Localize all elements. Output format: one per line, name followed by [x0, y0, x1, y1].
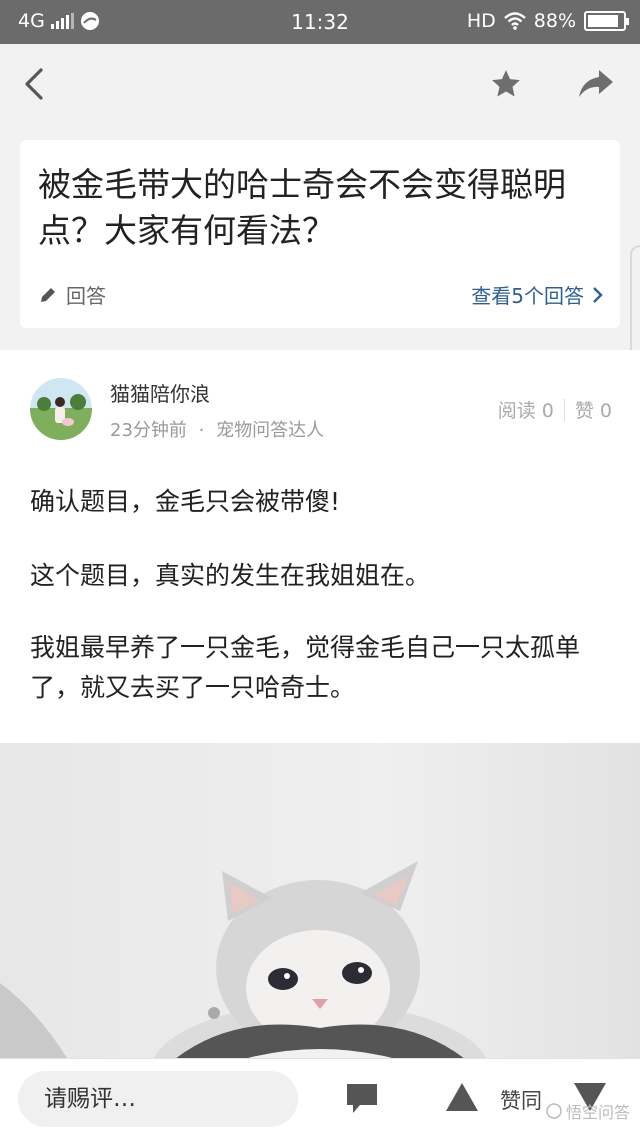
kitten-photo[interactable] — [0, 743, 640, 1058]
likes-stat: 赞 0 — [575, 396, 612, 423]
wukong-logo-icon — [546, 1103, 562, 1119]
answer-stats: 阅读 0 赞 0 — [498, 396, 612, 423]
status-bar: 4G 11:32 HD 88% — [0, 0, 640, 44]
chevron-right-icon — [593, 286, 603, 303]
battery-icon — [584, 11, 629, 31]
question-card: 被金毛带大的哈士奇会不会变得聪明点？大家有何看法？ 回答 查看5个回答 — [20, 140, 620, 328]
watermark: 悟空问答 — [546, 1099, 630, 1123]
avatar[interactable] — [30, 378, 92, 440]
back-arrow-icon — [25, 68, 43, 100]
share-icon — [579, 70, 613, 97]
favorite-button[interactable] — [484, 62, 528, 106]
pencil-icon — [41, 287, 55, 302]
stats-divider — [563, 398, 565, 421]
status-right: HD 88% — [466, 10, 629, 32]
view-answers-link[interactable]: 查看5个回答 — [471, 280, 604, 309]
reads-count: 0 — [541, 400, 554, 422]
answer-content: 猫猫陪你浪 23分钟前 · 宠物问答达人 阅读 0 赞 0 确认题目，金毛只会被… — [0, 350, 640, 1058]
question-title: 被金毛带大的哈士奇会不会变得聪明点？大家有何看法？ — [38, 165, 566, 250]
answer-paragraph: 我姐最早养了一只金毛，觉得金毛自己一只太孤单了，就又去买了一只哈奇士。 — [30, 633, 581, 702]
reads-label: 阅读 — [497, 400, 536, 422]
nav-bar — [0, 44, 640, 124]
share-button[interactable] — [574, 62, 618, 106]
answer-label: 回答 — [66, 284, 106, 308]
likes-label: 赞 — [574, 400, 594, 422]
likes-count: 0 — [599, 400, 612, 422]
reads-stat: 阅读 0 — [498, 396, 554, 423]
author-badge: 宠物问答达人 — [216, 420, 325, 441]
comment-icon — [347, 1084, 377, 1113]
author-meta: 23分钟前 · 宠物问答达人 — [110, 416, 324, 442]
agree-label: 赞同 — [500, 1089, 542, 1113]
upvote-button[interactable] — [444, 1081, 480, 1117]
meta-separator: · — [198, 420, 205, 441]
battery-fill — [588, 15, 618, 27]
battery-percent: 88% — [533, 10, 576, 32]
answer-paragraph: 这个题目，真实的发生在我姐姐在。 — [30, 561, 431, 590]
time-ago: 23分钟前 — [110, 420, 187, 441]
star-icon — [492, 70, 520, 97]
watermark-text: 悟空问答 — [565, 1103, 630, 1122]
author-name[interactable]: 猫猫陪你浪 — [110, 378, 210, 407]
comment-button[interactable] — [344, 1081, 380, 1121]
back-button[interactable] — [12, 62, 56, 106]
bottom-bar: 请赐评… 赞同 悟空问答 — [0, 1058, 640, 1138]
hd-indicator: HD — [466, 10, 496, 32]
triangle-up-icon — [446, 1083, 478, 1111]
write-answer-button[interactable]: 回答 — [38, 280, 106, 309]
comment-input[interactable]: 请赐评… — [18, 1071, 298, 1127]
wifi-icon — [503, 12, 526, 30]
view-answers-label: 查看5个回答 — [471, 284, 584, 308]
answer-paragraph: 确认题目，金毛只会被带傻! — [30, 487, 341, 516]
